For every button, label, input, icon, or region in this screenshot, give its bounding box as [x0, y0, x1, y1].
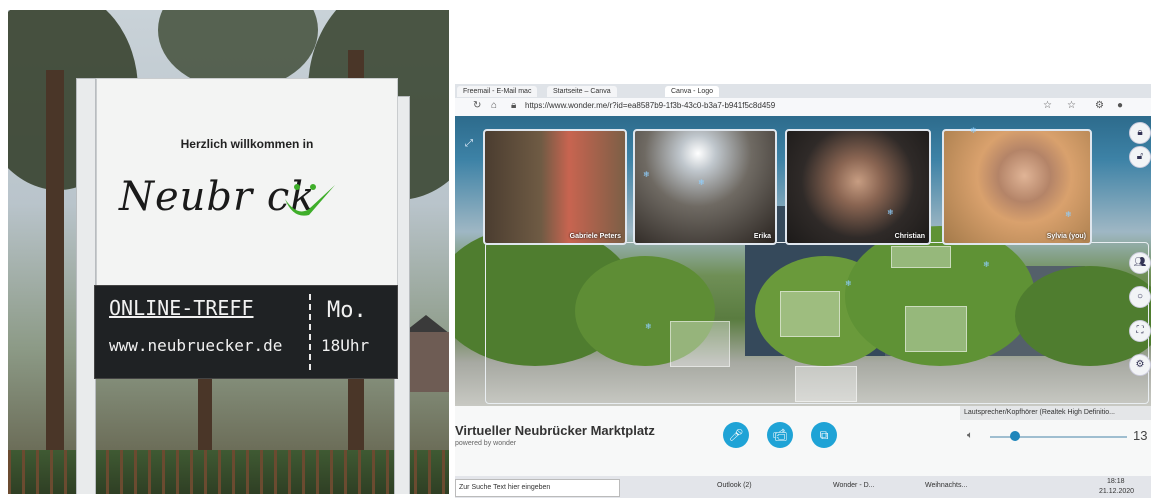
taskbar-item[interactable]: Wonder - D... [833, 482, 875, 489]
favorite-star-icon[interactable]: ☆ [1043, 100, 1052, 111]
url-field[interactable]: https://www.wonder.me/r?id=ea8587b9-1f3b… [525, 101, 775, 110]
taskbar-item[interactable]: Outlook (2) [717, 482, 752, 489]
sign-post-left [76, 78, 96, 494]
windows-taskbar: Zur Suche Text hier eingeben Outlook (2)… [455, 476, 1151, 498]
smile-check-icon [285, 184, 335, 216]
board-website: www.neubruecker.de [109, 336, 283, 355]
room-subtitle: powered by wonder [455, 440, 517, 447]
taskbar-search-input[interactable]: Zur Suche Text hier eingeben [455, 479, 620, 497]
snowflake-icon: ❄ [698, 178, 705, 187]
search-icon[interactable]: ○ [1129, 286, 1151, 308]
town-sign: Herzlich willkommen in Neubr ck [96, 78, 398, 290]
snowflake-icon: ❄ [887, 208, 894, 217]
browser-tab-strip: Freemail - E-Mail mac Startseite – Canva… [455, 84, 1151, 98]
collections-icon[interactable]: ☆ [1067, 100, 1076, 111]
avatar-icon[interactable]: ● [1117, 100, 1123, 111]
snowflake-icon: ❄ [845, 279, 852, 288]
board-time: 18Uhr [321, 336, 370, 355]
room-title: Virtueller Neubrücker Marktplatz [455, 423, 655, 438]
snowflake-icon: ❄ [1065, 210, 1072, 219]
fence [8, 450, 449, 494]
participant-name: Sylvia (you) [1046, 233, 1086, 240]
video-call-screen-photo: Freemail - E-Mail mac Startseite – Canva… [455, 84, 1151, 498]
gear-icon[interactable]: ⚙ [1129, 354, 1151, 376]
welcome-sign-photo: Herzlich willkommen in Neubr ck ONLINE-T… [8, 10, 449, 494]
participant-video[interactable]: Gabriele Peters [483, 129, 627, 245]
tree-trunk [46, 70, 64, 494]
participant-name: Christian [894, 233, 925, 240]
browser-address-bar: ↻ ⌂ 🔒︎ https://www.wonder.me/r?id=ea8587… [455, 98, 1151, 117]
home-icon[interactable]: ⌂ [491, 100, 497, 111]
snowflake-icon: ❄ [983, 260, 990, 269]
lock-icon: 🔒︎ [511, 100, 517, 111]
main-area-outline [485, 242, 1149, 404]
volume-slider-handle[interactable] [1010, 431, 1020, 441]
participant-video[interactable]: Erika [633, 129, 777, 245]
expand-icon[interactable]: ⤢ [459, 134, 479, 154]
taskbar-clock: 18:18 [1107, 478, 1125, 485]
snowflake-icon: ❄ [645, 322, 652, 331]
lock-icon[interactable]: 🔓︎ [1129, 146, 1151, 168]
taskbar-item[interactable]: Weihnachts... [925, 482, 967, 489]
browser-tab[interactable]: Startseite – Canva [547, 86, 617, 97]
participant-video[interactable]: Sylvia (you) [942, 129, 1092, 245]
screen-share-button[interactable]: ⧉ [811, 422, 837, 448]
board-online-treff: ONLINE-TREFF [109, 296, 254, 320]
camera-button[interactable]: 📹︎ [767, 422, 793, 448]
participant-name: Erika [753, 233, 771, 240]
microphone-button[interactable]: 🎤︎ [723, 422, 749, 448]
browser-tab[interactable]: Canva - Logo [665, 86, 720, 97]
board-day: Mo. [327, 298, 367, 323]
settings-icon[interactable]: ⚙ [1095, 100, 1104, 111]
volume-value: 13 [1133, 428, 1148, 443]
snowflake-icon: ❄ [970, 126, 977, 135]
people-icon[interactable]: 👥︎ [1129, 252, 1151, 274]
snowflake-icon: ❄ [643, 170, 650, 179]
chalkboard-sign: ONLINE-TREFF www.neubruecker.de Mo. 18Uh… [94, 285, 398, 379]
share-icon[interactable]: ⛶ [1129, 320, 1151, 342]
refresh-icon[interactable]: ↻ [473, 100, 481, 111]
board-divider [309, 294, 313, 370]
lock-room-icon[interactable]: 🔒︎ [1129, 122, 1151, 144]
sign-welcome-text: Herzlich willkommen in [180, 137, 314, 151]
taskbar-date: 21.12.2020 [1099, 488, 1135, 495]
browser-tab[interactable]: Freemail - E-Mail mac [457, 86, 538, 97]
participant-video[interactable]: Christian [785, 129, 931, 245]
participant-name: Gabriele Peters [569, 233, 621, 240]
call-control-bar: Lautsprecher/Kopfhörer (Realtek High Def… [455, 406, 1151, 476]
volume-icon: 🔈︎ [967, 430, 973, 441]
audio-device-label[interactable]: Lautsprecher/Kopfhörer (Realtek High Def… [960, 406, 1151, 420]
